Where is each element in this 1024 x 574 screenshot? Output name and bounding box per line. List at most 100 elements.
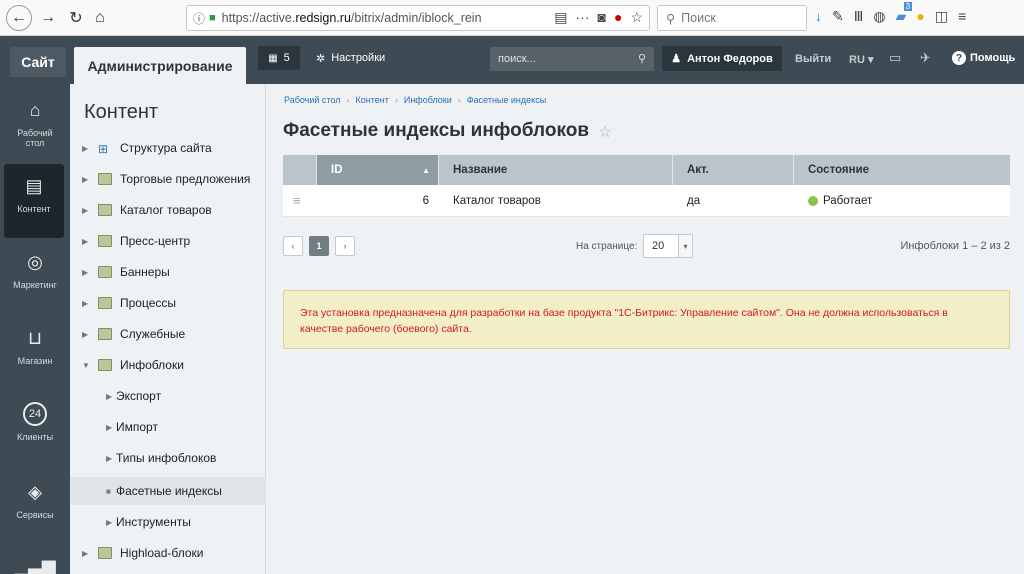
expand-arrow-icon[interactable]: ▶ xyxy=(82,549,92,558)
table-row[interactable]: ≡ 6 Каталог товаров да Работает xyxy=(283,185,1010,217)
sidebar-item-processes[interactable]: ▶ Процессы xyxy=(70,289,266,317)
breadcrumb-link[interactable]: Рабочий стол xyxy=(284,95,341,105)
user-icon: ♟ xyxy=(671,53,682,65)
language-select[interactable]: RU ▾ xyxy=(849,53,873,66)
sidebar-item-catalog[interactable]: ▶ Каталог товаров xyxy=(70,196,266,224)
leftmenu-shop[interactable]: ⊔ Магазин xyxy=(0,316,70,390)
cell-name: Каталог товаров xyxy=(453,194,541,207)
sidebar-item-offers[interactable]: ▶ Торговые предложения xyxy=(70,165,266,193)
url-text[interactable]: https://active.redsign.ru/bitrix/admin/i… xyxy=(222,11,502,25)
sidebar-item-service[interactable]: ▶ Служебные xyxy=(70,320,266,348)
expand-arrow-icon[interactable]: ▶ xyxy=(82,237,92,246)
breadcrumb-link[interactable]: Фасетные индексы xyxy=(467,95,546,105)
iblock-icon xyxy=(98,266,112,278)
reload-icon[interactable]: ↻ xyxy=(64,6,88,30)
library-icon[interactable]: Ⅲ xyxy=(854,8,864,25)
leftmenu-services[interactable]: ◈ Сервисы xyxy=(0,470,70,544)
panel-icon[interactable]: ▭ xyxy=(889,50,901,66)
back-button[interactable]: ← xyxy=(6,5,32,31)
collapse-arrow-icon[interactable]: ▼ xyxy=(82,361,92,370)
wrench-icon[interactable]: ✎ xyxy=(832,8,844,25)
sidebar-item-banners[interactable]: ▶ Баннеры xyxy=(70,258,266,286)
breadcrumb-link[interactable]: Инфоблоки xyxy=(404,95,452,105)
forward-button[interactable]: → xyxy=(36,6,60,30)
admin-search-input[interactable]: поиск... ⚲ xyxy=(490,47,654,71)
expand-arrow-icon[interactable]: ▶ xyxy=(106,423,116,432)
search-icon[interactable]: ⚲ xyxy=(638,52,646,65)
reader-icon[interactable]: ▤ xyxy=(554,9,567,26)
sidebar-item-highload[interactable]: ▶ Highload-блоки xyxy=(70,539,266,567)
basket-icon: ⊔ xyxy=(27,327,43,348)
leftmenu-desktop[interactable]: ⌂ Рабочий стол xyxy=(0,88,70,162)
sidebar-item-import[interactable]: ▶ Импорт xyxy=(70,413,266,441)
per-page-select[interactable]: 20 ▾ xyxy=(643,234,693,258)
iblock-settings-icon xyxy=(98,359,112,371)
breadcrumb-link[interactable]: Контент xyxy=(356,95,389,105)
expand-arrow-icon[interactable]: ▶ xyxy=(106,392,116,401)
leftmenu-marketing[interactable]: ◎ Маркетинг xyxy=(0,240,70,314)
sidebar-item-press[interactable]: ▶ Пресс-центр xyxy=(70,227,266,255)
document-icon: ▤ xyxy=(25,175,43,196)
tab-admin[interactable]: Администрирование xyxy=(74,47,246,84)
prev-page-button[interactable]: ‹ xyxy=(283,236,303,256)
page-button[interactable]: 1 xyxy=(309,236,329,256)
gear-icon: ✲ xyxy=(316,52,326,65)
leftmenu-analytics[interactable]: ▁▃▆ xyxy=(0,546,70,574)
sidebar-item-export[interactable]: ▶ Экспорт xyxy=(70,382,266,410)
column-header-id[interactable]: ID ▲ xyxy=(317,155,439,185)
browser-search-input[interactable]: ⚲ Поиск xyxy=(657,5,807,31)
globe-icon[interactable]: ◍ xyxy=(873,8,885,25)
column-header-name[interactable]: Название xyxy=(439,155,673,185)
expand-arrow-icon[interactable]: ▶ xyxy=(82,206,92,215)
sidebar-icon[interactable]: ◫ xyxy=(935,8,948,25)
sidebar-item-iblock-types[interactable]: ▶ Типы инфоблоков xyxy=(70,444,266,472)
column-header-status[interactable]: Состояние xyxy=(794,155,1010,185)
iblock-icon xyxy=(98,173,112,185)
logout-link[interactable]: Выйти xyxy=(795,53,831,65)
browser-toolbar: ← → ↻ ⌂ ⓘ ■ https://active.redsign.ru/bi… xyxy=(0,0,1024,36)
leftmenu-clients[interactable]: 24 Клиенты xyxy=(0,392,70,466)
breadcrumb-separator-icon: › xyxy=(457,95,461,105)
iblock-icon xyxy=(98,204,112,216)
more-icon[interactable]: ··· xyxy=(576,9,590,26)
bulb-icon[interactable]: ● xyxy=(916,8,924,25)
bookmark-star-icon[interactable]: ☆ xyxy=(630,9,643,26)
records-count: Инфоблоки 1 – 2 из 2 xyxy=(900,240,1010,252)
info-icon[interactable]: ⓘ xyxy=(193,10,205,27)
expand-arrow-icon[interactable]: ▶ xyxy=(106,518,116,527)
sidebar-item-facet-indexes[interactable]: ■ Фасетные индексы xyxy=(70,477,266,505)
settings-button[interactable]: ✲ Настройки xyxy=(316,46,385,70)
sidebar-item-iblocks[interactable]: ▼ Инфоблоки xyxy=(70,351,266,379)
expand-arrow-icon[interactable]: ▶ xyxy=(82,330,92,339)
submenu-title: Контент xyxy=(84,101,159,123)
iblock-settings-icon xyxy=(98,547,112,559)
leftmenu-content[interactable]: ▤ Контент xyxy=(4,164,64,238)
home-button[interactable]: ⌂ xyxy=(88,6,112,30)
sidebar-item-tools[interactable]: ▶ Инструменты xyxy=(70,508,266,536)
expand-arrow-icon[interactable]: ▶ xyxy=(106,454,116,463)
expand-arrow-icon[interactable]: ▶ xyxy=(82,299,92,308)
notifications-button[interactable]: ▦ 5 xyxy=(258,46,300,70)
expand-arrow-icon[interactable]: ▶ xyxy=(82,175,92,184)
help-button[interactable]: ? Помощь xyxy=(952,51,1015,65)
expand-arrow-icon[interactable]: ▶ xyxy=(82,268,92,277)
menu-icon[interactable]: ≡ xyxy=(958,8,966,25)
user-button[interactable]: ♟ Антон Федоров xyxy=(662,46,782,71)
favorite-star-icon[interactable]: ☆ xyxy=(598,122,612,142)
iblock-icon xyxy=(98,297,112,309)
cell-id: 6 xyxy=(422,194,429,207)
sidebar-item-structure[interactable]: ▶ ⊞ Структура сайта xyxy=(70,134,266,162)
row-menu-icon[interactable]: ≡ xyxy=(283,185,317,216)
expand-arrow-icon[interactable]: ▶ xyxy=(82,144,92,153)
pocket-icon[interactable]: ◙ xyxy=(598,9,606,26)
tab-site[interactable]: Сайт xyxy=(10,47,66,77)
address-bar[interactable]: ⓘ ■ https://active.redsign.ru/bitrix/adm… xyxy=(186,5,650,31)
column-header-active[interactable]: Акт. xyxy=(673,155,794,185)
ublock-icon[interactable]: ● xyxy=(614,9,622,26)
pin-icon[interactable]: ✈ xyxy=(920,50,931,66)
admin-topbar: Сайт Администрирование ▦ 5 ✲ Настройки п… xyxy=(0,36,1024,84)
extension-icon[interactable]: ▰ 3 xyxy=(896,2,913,25)
next-page-button[interactable]: › xyxy=(335,236,355,256)
layers-icon: ◈ xyxy=(28,481,42,502)
download-icon[interactable]: ↓ xyxy=(815,8,822,25)
